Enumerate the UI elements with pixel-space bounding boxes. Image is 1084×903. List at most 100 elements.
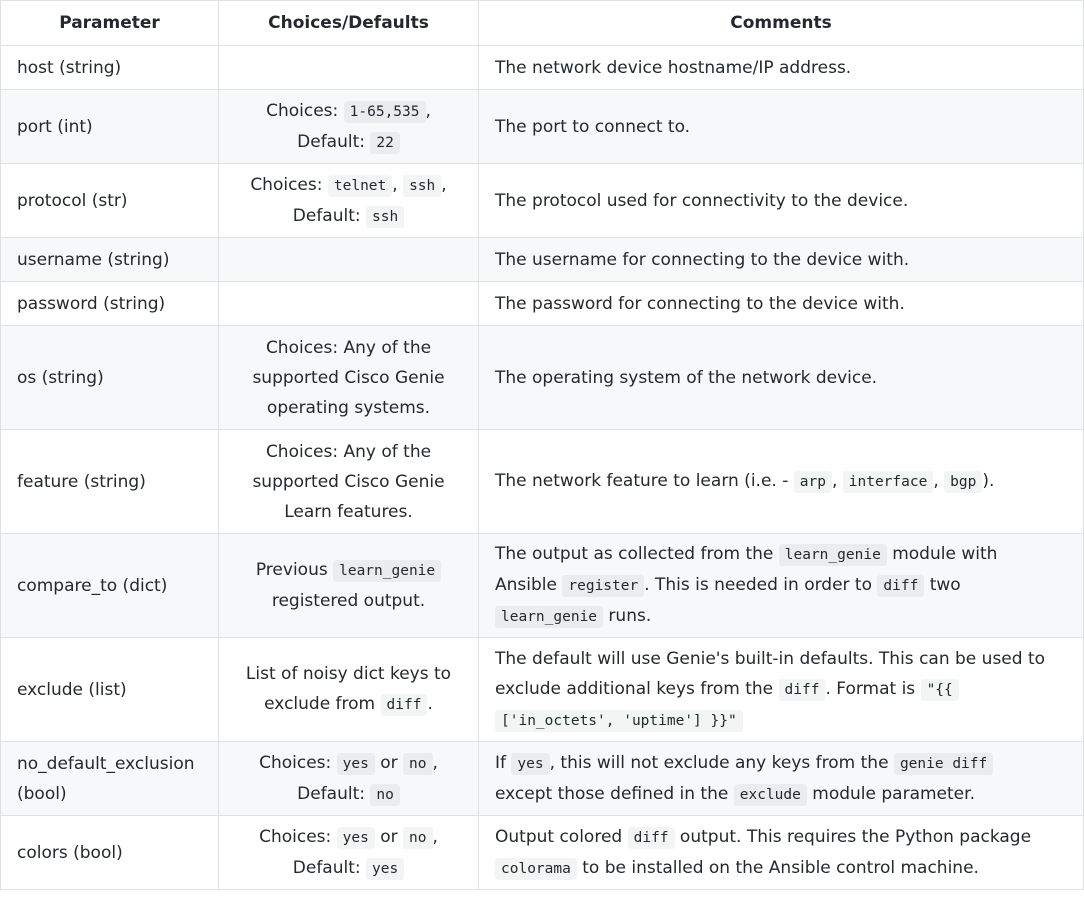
table-row: port (int) Choices: 1-65,535, Default: 22 T… [0,89,1084,164]
header-parameter: Parameter [0,0,219,46]
comments-text: module parameter. [806,783,975,804]
comments-code: "{{ [920,678,959,701]
parameters-table: Parameter Choices/Defaults Comments host… [0,0,1084,890]
choices-text: supported Cisco Genie [252,367,445,388]
comments-text: . Format is [825,678,921,699]
choices-text: Previous [255,560,334,580]
comments-text: The protocol used for connectivity to th… [495,190,909,211]
table-row: os (string) Choices: Any of the supported … [0,325,1084,430]
choices-code: no [403,826,433,849]
comments-cell: The output as collected from the learn_g… [478,533,1084,638]
comments-text: exclude additional keys from the [495,678,779,699]
comments-text: The password for connecting to the devic… [495,293,905,314]
parameter-cell: password (string) [0,281,219,326]
comments-text: output. This requires the Python package [674,826,1032,847]
choices-cell: List of noisy dict keys to exclude from d… [218,637,479,742]
choices-code: learn_genie [333,560,442,582]
choices-text: Choices: [259,826,337,847]
table-row: no_default_exclusion (bool) Choices: yes … [0,741,1084,816]
comments-text: module with [886,544,998,564]
parameter-cell: host (string) [0,45,219,90]
parameter-cell: feature (string) [0,429,219,534]
comments-code: ['in_octets', 'uptime'] }}" [495,709,743,732]
comments-code: diff [778,678,826,701]
comments-text: The username for connecting to the devic… [495,249,910,270]
comments-cell: The operating system of the network devi… [478,325,1084,430]
choices-text: operating systems. [266,397,431,418]
header-comments: Comments [478,0,1084,46]
choices-text: , [392,174,404,195]
comments-code: learn_genie [778,544,887,566]
choices-text: , [432,752,438,773]
table-row: feature (string) Choices: Any of the suppo… [0,429,1084,534]
choices-text: or [374,826,404,847]
comments-cell: The network device hostname/IP address. [478,45,1084,90]
choices-code: 1-65,535 [343,100,426,123]
table-row: password (string) The password for connec… [0,281,1084,326]
parameter-cell: compare_to (dict) [0,533,219,638]
choices-cell: Choices: yes or no, Default: yes [218,815,479,890]
comments-cell: The protocol used for connectivity to th… [478,163,1084,238]
choices-cell: Choices: Any of the supported Cisco Genie… [218,429,479,534]
choices-code: 22 [370,131,400,154]
comments-code: colorama [495,857,577,880]
comments-cell: The password for connecting to the devic… [478,281,1084,326]
comments-code: diff [627,826,675,849]
table-row: compare_to (dict) Previous learn_genie reg… [0,533,1084,638]
comments-text: , [933,471,945,491]
comments-cell: The username for connecting to the devic… [478,237,1084,282]
comments-text: The operating system of the network devi… [495,367,878,388]
parameter-cell: protocol (str) [0,163,219,238]
choices-text: Default: [297,131,371,152]
comments-code: learn_genie [495,606,604,628]
comments-text: If [495,752,512,773]
comments-text: The network device hostname/IP address. [495,57,852,78]
comments-cell: The port to connect to. [478,89,1084,164]
comments-code: diff [877,575,925,597]
table-row: protocol (str) Choices: telnet, ssh, Defau… [0,163,1084,238]
choices-text: , [425,100,431,121]
choices-code: diff [380,694,428,716]
choices-text: registered output. [271,591,426,611]
choices-text: Default: [292,857,367,878]
comments-text: The default will use Genie's built-in de… [495,648,1046,669]
comments-code: interface [842,471,934,493]
comments-text: to be installed on the Ansible control m… [576,857,979,878]
comments-code: bgp [944,471,983,493]
choices-text: , [441,174,447,195]
choices-cell [218,281,479,326]
choices-code: telnet [327,174,393,197]
choices-text: or [374,752,404,773]
header-choices-defaults: Choices/Defaults [218,0,479,46]
choices-text: Choices: [266,100,344,121]
parameter-cell: os (string) [0,325,219,430]
choices-text: Default: [297,783,371,804]
choices-text: Choices: Any of the [265,441,432,462]
parameter-cell: no_default_exclusion (bool) [0,741,219,816]
choices-cell [218,237,479,282]
table-body: host (string) The network device hostname… [0,45,1084,890]
comments-text: The port to connect to. [495,116,691,137]
table-row: colors (bool) Choices: yes or no, Default:… [0,815,1084,890]
choices-text: Choices: [259,752,337,773]
comments-text: two [924,575,961,595]
comments-code: yes [511,752,550,775]
choices-text: Choices: [250,174,328,195]
comments-text: Ansible [495,575,563,595]
choices-text: supported Cisco Genie [252,471,445,492]
parameter-cell: port (int) [0,89,219,164]
choices-code: no [370,783,400,806]
comments-text: ). [982,471,995,491]
choices-code: yes [336,752,375,775]
choices-text: Choices: Any of the [265,337,432,358]
comments-text: The output as collected from the [495,544,779,564]
choices-cell [218,45,479,90]
comments-cell: The network feature to learn (i.e. - arp… [478,429,1084,534]
parameter-cell: colors (bool) [0,815,219,890]
choices-text: exclude from [264,694,381,714]
comments-text: . This is needed in order to [644,575,878,595]
choices-code: no [403,752,433,775]
comments-cell: Output colored diff output. This require… [478,815,1084,890]
table-row: host (string) The network device hostname… [0,45,1084,90]
comments-text: , [831,471,843,491]
